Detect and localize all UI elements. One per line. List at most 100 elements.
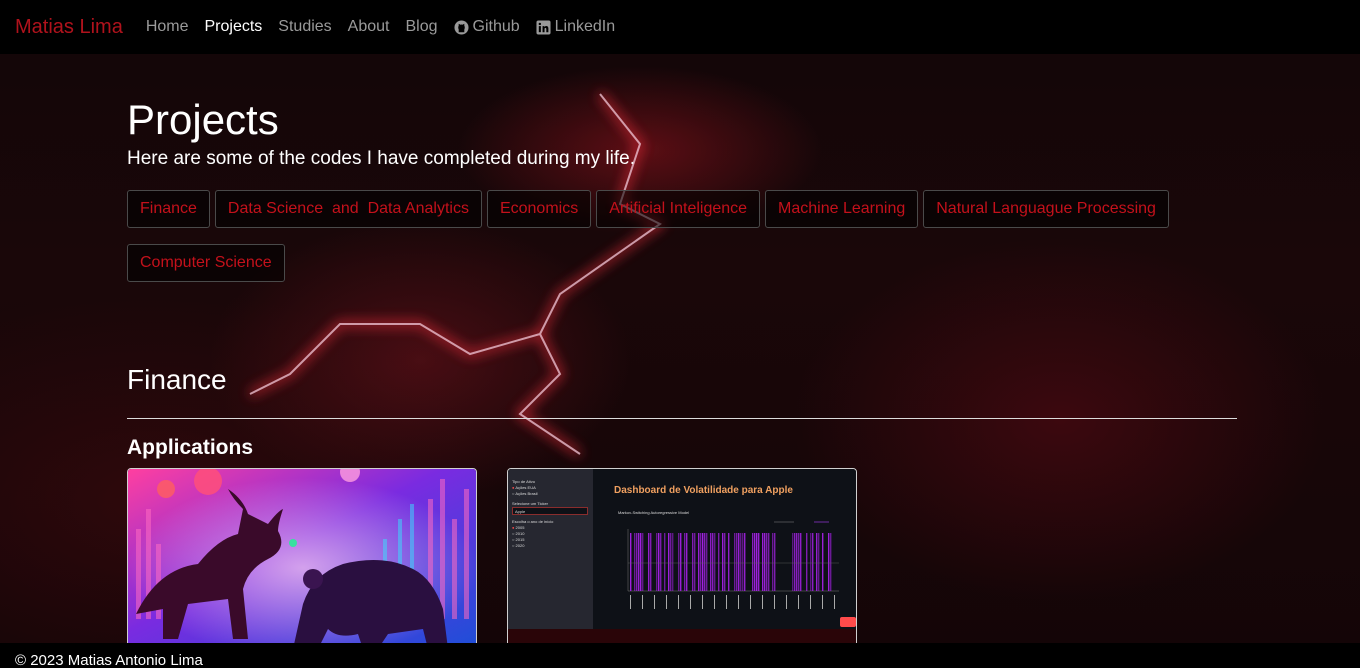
regime-bar	[724, 533, 726, 591]
regime-bar	[830, 533, 832, 591]
regime-bar	[636, 533, 638, 591]
regime-bar	[738, 533, 740, 591]
regime-bar	[692, 533, 694, 591]
bull-bear-image	[128, 469, 476, 647]
tag-nlp[interactable]: Natural Languague Processing	[923, 190, 1169, 228]
project-card-volatility-dashboard[interactable]: Tipo de Ativo ● Ações EUA ○ Ações Brasil…	[507, 468, 857, 648]
nav-github[interactable]: Github	[453, 18, 520, 36]
regime-bar	[768, 533, 770, 591]
regime-bar	[818, 533, 820, 591]
page-title: Projects	[127, 96, 279, 143]
project-card-bull-bear[interactable]	[127, 468, 477, 648]
tag-artificial-intelligence[interactable]: Artificial Inteligence	[596, 190, 761, 228]
regime-bar	[736, 533, 738, 591]
regime-bar	[774, 533, 776, 591]
nav-github-label: Github	[472, 18, 520, 35]
nav-linkedin[interactable]: LinkedIn	[536, 18, 616, 36]
regime-bar	[792, 533, 794, 591]
regime-bar	[754, 533, 756, 591]
regime-bar	[744, 533, 746, 591]
nav-about-label: About	[347, 18, 390, 35]
regime-bar	[686, 533, 688, 591]
regime-bar	[812, 533, 814, 591]
regime-bar	[642, 533, 644, 591]
nav-studies[interactable]: Studies	[278, 18, 331, 36]
category-filter-bar: Finance Data Science and Data Analytics …	[127, 190, 1237, 298]
regime-bar	[800, 533, 802, 591]
regime-bar	[704, 533, 706, 591]
regime-bar	[794, 533, 796, 591]
regime-bar	[756, 533, 758, 591]
dashboard-sidebar: Tipo de Ativo ● Ações EUA ○ Ações Brasil…	[508, 469, 593, 629]
regime-bar	[678, 533, 680, 591]
regime-bar	[634, 533, 636, 591]
regime-bar	[650, 533, 652, 591]
nav-blog-label: Blog	[405, 18, 438, 35]
brand-link[interactable]: Matias Lima	[15, 16, 123, 39]
regime-bar	[630, 533, 632, 591]
regime-bar	[810, 533, 812, 591]
nav-home-label: Home	[145, 18, 189, 35]
regime-bar	[714, 533, 716, 591]
regime-bar	[772, 533, 774, 591]
regime-bar	[640, 533, 642, 591]
tag-finance[interactable]: Finance	[127, 190, 210, 228]
regime-bar	[764, 533, 766, 591]
regime-bar	[816, 533, 818, 591]
tag-machine-learning[interactable]: Machine Learning	[765, 190, 919, 228]
nav-linkedin-label: LinkedIn	[554, 18, 616, 35]
ticker-select: Apple	[512, 507, 588, 515]
regime-bar	[672, 533, 674, 591]
regime-bar	[698, 533, 700, 591]
regime-bar	[752, 533, 754, 591]
section-title-finance: Finance	[127, 364, 227, 395]
tag-economics[interactable]: Economics	[486, 190, 592, 228]
regime-bar	[670, 533, 672, 591]
regime-bar	[710, 533, 712, 591]
regime-bar	[680, 533, 682, 591]
regime-bar	[700, 533, 702, 591]
nav-projects[interactable]: Projects	[205, 18, 263, 36]
nav-studies-label: Studies	[278, 18, 332, 35]
regime-bar	[684, 533, 686, 591]
regime-bar	[762, 533, 764, 591]
regime-bar	[728, 533, 730, 591]
regime-bar	[796, 533, 798, 591]
asset-option-brazil: ○ Ações Brasil	[512, 491, 538, 496]
nav-projects-label: Projects	[204, 18, 263, 35]
regime-bar	[798, 533, 800, 591]
section-divider	[127, 418, 1237, 419]
nav-about[interactable]: About	[348, 18, 390, 36]
projects-header: Projects Here are some of the codes I ha…	[127, 95, 1237, 298]
regime-bar	[648, 533, 650, 591]
regime-bar	[638, 533, 640, 591]
dashboard-title: Dashboard de Volatilidade para Apple	[614, 485, 793, 496]
section-subtitle-applications: Applications	[127, 436, 254, 459]
regime-bar	[766, 533, 768, 591]
nav-home[interactable]: Home	[146, 18, 189, 36]
copyright-text: © 2023 Matias Antonio Lima	[15, 652, 203, 668]
regime-bar	[694, 533, 696, 591]
regime-bar	[712, 533, 714, 591]
dashboard-chart-title: Markov-Switching Autoregressive Model	[618, 510, 690, 515]
regime-bar	[740, 533, 742, 591]
github-icon	[453, 19, 469, 35]
tag-data-science[interactable]: Data Science and Data Analytics	[214, 190, 482, 228]
regime-bar	[742, 533, 744, 591]
regime-bar	[722, 533, 724, 591]
regime-bar	[718, 533, 720, 591]
regime-bar	[822, 533, 824, 591]
regime-bar	[658, 533, 660, 591]
nav-blog[interactable]: Blog	[405, 18, 437, 36]
regime-bar	[734, 533, 736, 591]
regime-bar	[656, 533, 658, 591]
dashboard-screenshot: Tipo de Ativo ● Ações EUA ○ Ações Brasil…	[508, 469, 856, 647]
top-navbar: Matias Lima Home Projects Studies About …	[0, 0, 1360, 54]
regime-bar	[758, 533, 760, 591]
linkedin-icon	[536, 19, 551, 35]
year-option-2020: ○ 2020	[512, 543, 525, 548]
tag-computer-science[interactable]: Computer Science	[127, 244, 285, 282]
regime-bar	[660, 533, 662, 591]
regime-bar	[664, 533, 666, 591]
footer: © 2023 Matias Antonio Lima	[0, 643, 1360, 668]
